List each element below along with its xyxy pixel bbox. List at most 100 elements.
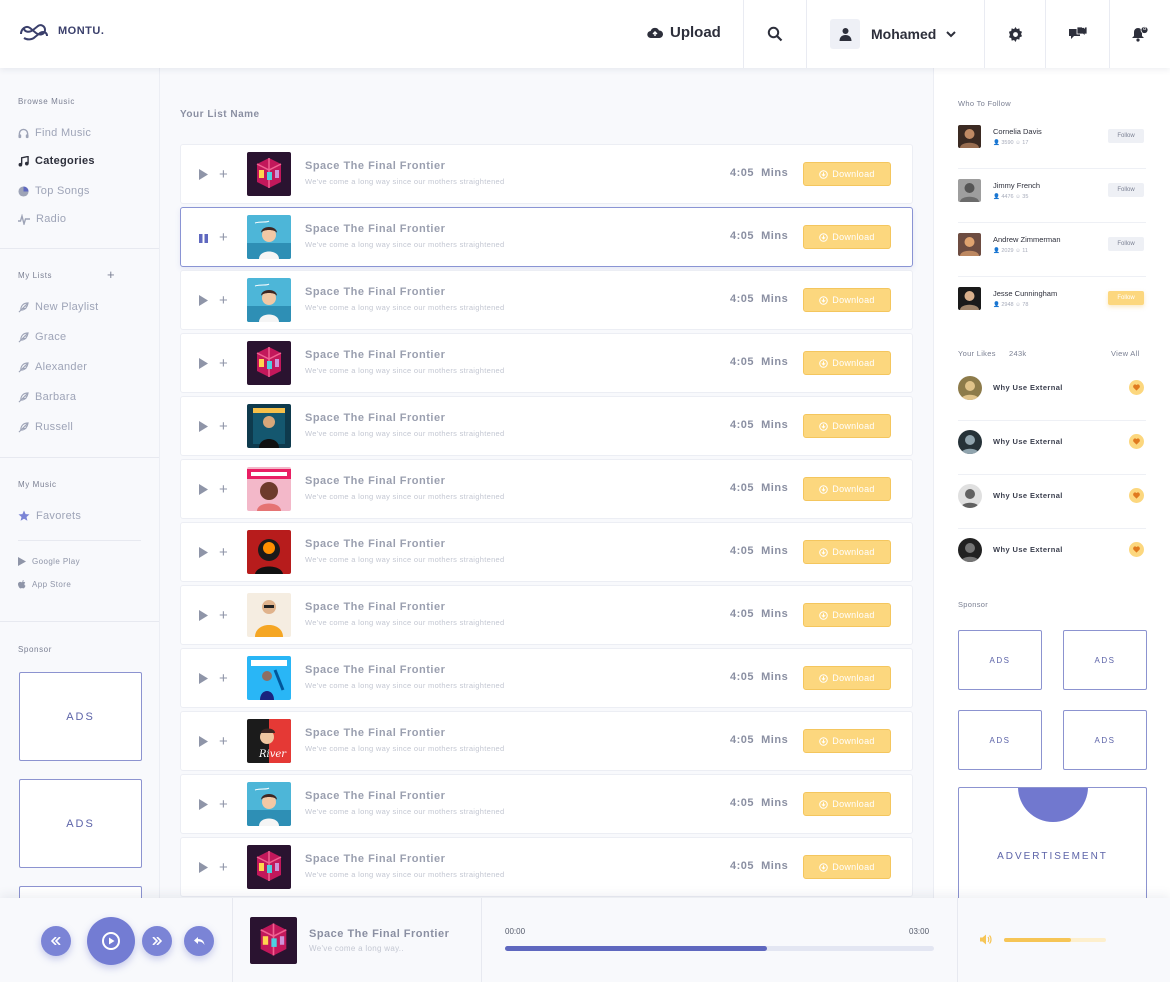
google-play-link[interactable]: Google Play [18, 557, 80, 566]
track-play-button[interactable] [198, 357, 209, 375]
ad-banner[interactable]: ADS [1063, 630, 1147, 690]
track-row[interactable]: + Space The Final Frontier We've come a lo… [180, 585, 913, 645]
rewind-button[interactable] [41, 926, 71, 956]
download-button[interactable]: Download [803, 162, 891, 186]
settings-button[interactable] [985, 0, 1045, 68]
track-play-button[interactable] [198, 231, 209, 249]
like-button[interactable] [1129, 380, 1144, 395]
track-play-button[interactable] [198, 420, 209, 438]
track-play-button[interactable] [198, 672, 209, 690]
track-row[interactable]: + Space The Final Frontier We've come a lo… [180, 144, 913, 204]
liked-item[interactable]: Why Use External [958, 367, 1146, 421]
download-button[interactable]: Download [803, 855, 891, 879]
view-all-link[interactable]: View All [1111, 349, 1140, 358]
follow-name[interactable]: Cornelia Davis [993, 127, 1042, 136]
track-row[interactable]: + Space The Final Frontier We've come a lo… [180, 270, 913, 330]
download-button[interactable]: Download [803, 288, 891, 312]
track-play-button[interactable] [198, 546, 209, 564]
volume-icon[interactable] [980, 934, 992, 945]
sidebar-item-top-songs[interactable]: Top Songs [18, 185, 90, 197]
ad-banner[interactable]: ADS [19, 672, 142, 761]
logo[interactable]: MONTU. [18, 20, 104, 42]
advertisement-banner[interactable]: ADVERTISEMENT [958, 787, 1147, 907]
track-row[interactable]: + Space The Final Frontier We've come a lo… [180, 522, 913, 582]
fast-forward-button[interactable] [142, 926, 172, 956]
track-row[interactable]: + Space The Final Frontier We've come a lo… [180, 774, 913, 834]
app-store-link[interactable]: App Store [18, 580, 71, 589]
ad-banner[interactable]: ADS [958, 710, 1042, 770]
sidebar-item-categories[interactable]: Categories [18, 155, 95, 167]
add-to-list-button[interactable]: + [219, 797, 228, 812]
track-row[interactable]: + River Space The Final Frontier We've come… [180, 711, 913, 771]
search-button[interactable] [744, 0, 806, 68]
avatar[interactable] [958, 287, 981, 310]
track-row[interactable]: + Space The Final Frontier We've come a lo… [180, 648, 913, 708]
follow-name[interactable]: Andrew Zimmerman [993, 235, 1061, 244]
download-button[interactable]: Download [803, 792, 891, 816]
follow-button[interactable]: Follow [1108, 291, 1144, 305]
add-to-list-button[interactable]: + [219, 860, 228, 875]
sidebar-item-find-music[interactable]: Find Music [18, 127, 91, 139]
like-button[interactable] [1129, 542, 1144, 557]
download-button[interactable]: Download [803, 477, 891, 501]
track-row[interactable]: + Space The Final Frontier We've come a lo… [180, 459, 913, 519]
like-button[interactable] [1129, 434, 1144, 449]
download-button[interactable]: Download [803, 603, 891, 627]
track-row[interactable]: + Space The Final Frontier We've come a lo… [180, 396, 913, 456]
liked-item[interactable]: Why Use External [958, 421, 1146, 475]
track-row[interactable]: + Space The Final Frontier We've come a lo… [180, 333, 913, 393]
user-menu[interactable]: Mohamed [830, 19, 957, 49]
liked-item[interactable]: Why Use External [958, 529, 1146, 583]
track-play-button[interactable] [198, 483, 209, 501]
download-button[interactable]: Download [803, 225, 891, 249]
track-row[interactable]: + Space The Final Frontier We've come a lo… [180, 207, 913, 267]
follow-name[interactable]: Jesse Cunningham [993, 289, 1057, 298]
avatar[interactable] [958, 179, 981, 202]
sidebar-item-favorites[interactable]: Favorets [18, 510, 81, 522]
ad-banner[interactable]: ADS [1063, 710, 1147, 770]
sidebar-item-radio[interactable]: Radio [18, 213, 66, 225]
ad-banner[interactable]: ADS [958, 630, 1042, 690]
playlist-item[interactable]: Grace [18, 331, 66, 343]
add-to-list-button[interactable]: + [219, 734, 228, 749]
download-button[interactable]: Download [803, 540, 891, 564]
track-play-button[interactable] [198, 294, 209, 312]
add-to-list-button[interactable]: + [219, 293, 228, 308]
add-to-list-button[interactable]: + [219, 230, 228, 245]
track-play-button[interactable] [198, 798, 209, 816]
add-to-list-button[interactable]: + [219, 167, 228, 182]
playlist-item[interactable]: Alexander [18, 361, 87, 373]
follow-name[interactable]: Jimmy French [993, 181, 1040, 190]
track-play-button[interactable] [198, 168, 209, 186]
follow-button[interactable]: Follow [1108, 129, 1144, 143]
play-button[interactable] [87, 917, 135, 965]
like-button[interactable] [1129, 488, 1144, 503]
follow-button[interactable]: Follow [1108, 183, 1144, 197]
messages-button[interactable]: 4 [1046, 0, 1109, 68]
add-to-list-button[interactable]: + [219, 482, 228, 497]
liked-item[interactable]: Why Use External [958, 475, 1146, 529]
track-play-button[interactable] [198, 735, 209, 753]
notifications-button[interactable]: 8 [1110, 0, 1170, 68]
avatar[interactable] [958, 125, 981, 148]
upload-button[interactable]: Upload [647, 24, 721, 41]
add-to-list-button[interactable]: + [219, 608, 228, 623]
follow-button[interactable]: Follow [1108, 237, 1144, 251]
playlist-item[interactable]: New Playlist [18, 301, 99, 313]
volume-slider[interactable] [1004, 938, 1106, 942]
track-row[interactable]: + Space The Final Frontier We've come a lo… [180, 837, 913, 897]
progress-bar[interactable] [505, 946, 934, 951]
add-to-list-button[interactable]: + [219, 671, 228, 686]
download-button[interactable]: Download [803, 666, 891, 690]
download-button[interactable]: Download [803, 414, 891, 438]
track-play-button[interactable] [198, 861, 209, 879]
avatar[interactable] [958, 233, 981, 256]
add-list-button[interactable]: + [107, 267, 115, 282]
playlist-item[interactable]: Russell [18, 421, 73, 433]
track-play-button[interactable] [198, 609, 209, 627]
add-to-list-button[interactable]: + [219, 545, 228, 560]
download-button[interactable]: Download [803, 351, 891, 375]
add-to-list-button[interactable]: + [219, 356, 228, 371]
add-to-list-button[interactable]: + [219, 419, 228, 434]
repeat-button[interactable] [184, 926, 214, 956]
